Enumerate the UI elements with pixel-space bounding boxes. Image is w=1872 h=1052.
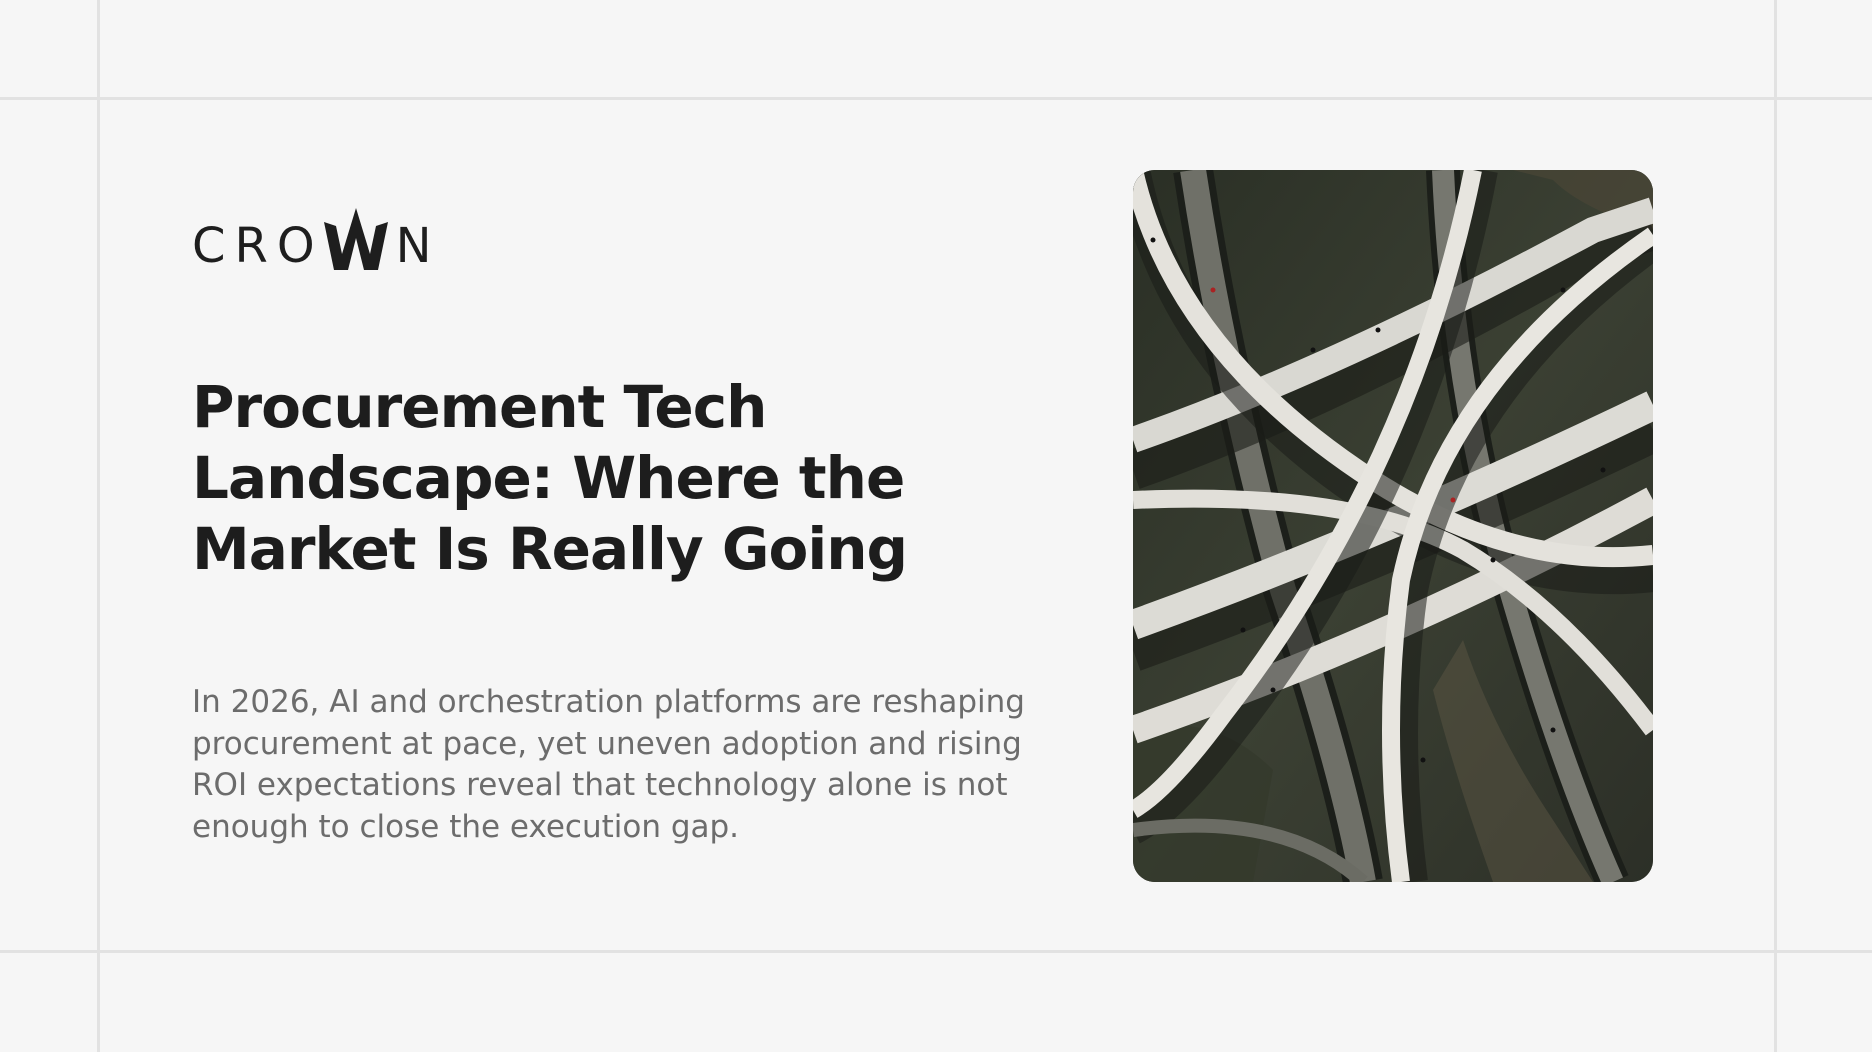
crown-icon bbox=[323, 208, 388, 270]
logo-wordmark-end: N bbox=[395, 218, 432, 274]
aerial-interchange-image bbox=[1133, 170, 1653, 882]
guide-line-bottom bbox=[0, 950, 1872, 953]
guide-line-left bbox=[97, 0, 100, 1052]
logo-wordmark-start: CRO bbox=[192, 218, 324, 274]
highway-interchange-photo bbox=[1133, 170, 1653, 882]
article-headline: Procurement Tech Landscape: Where the Ma… bbox=[192, 373, 908, 583]
guide-line-top bbox=[0, 97, 1872, 100]
guide-line-right bbox=[1774, 0, 1777, 1052]
crown-logo: CRO N bbox=[192, 208, 432, 270]
article-summary: In 2026, AI and orchestration platforms … bbox=[192, 684, 1025, 845]
